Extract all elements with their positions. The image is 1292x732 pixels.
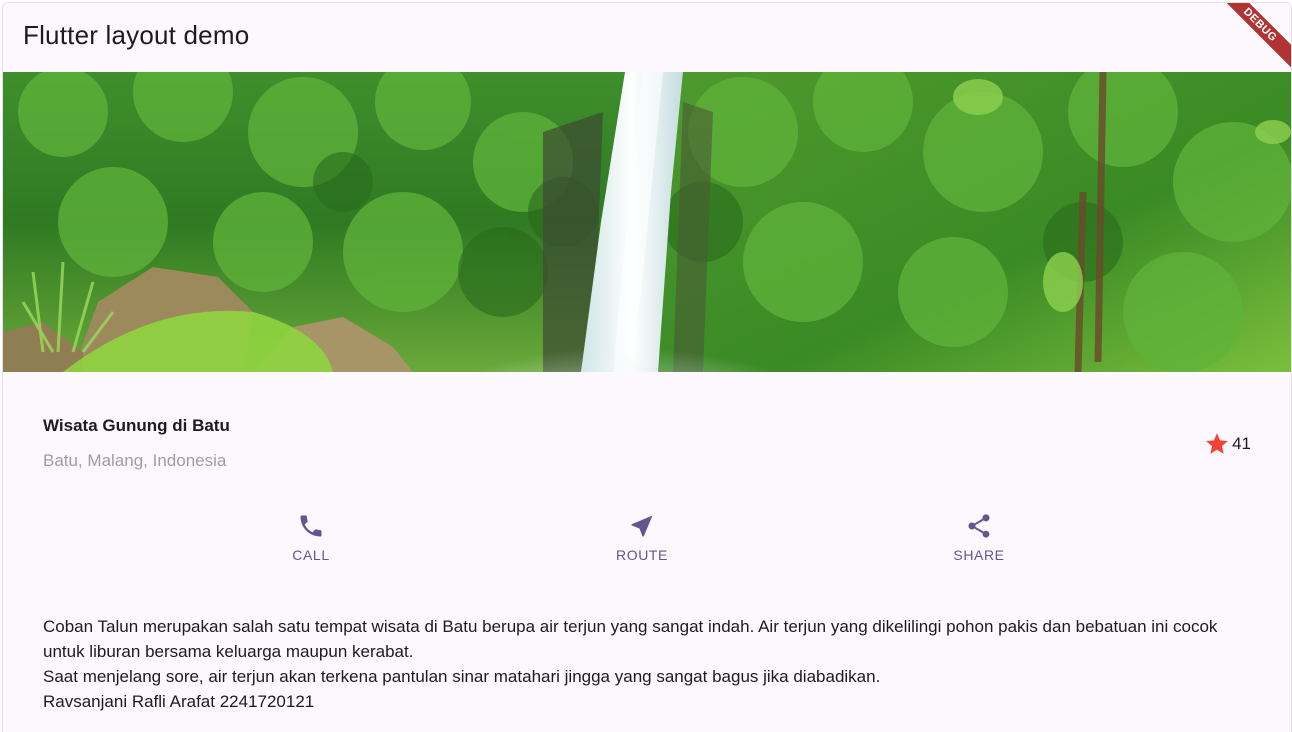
call-button[interactable]: CALL [251, 512, 371, 576]
description-line-2: Saat menjelang sore, air terjun akan ter… [43, 667, 881, 686]
share-icon [968, 514, 990, 538]
description-line-3: Ravsanjani Rafli Arafat 2241720121 [43, 692, 315, 711]
call-label: CALL [292, 547, 330, 563]
app-window: Flutter layout demo DEBUG Wisata Gunung … [2, 2, 1292, 732]
place-location: Batu, Malang, Indonesia [43, 451, 227, 470]
title-section: Wisata Gunung di Batu Batu, Malang, Indo… [43, 413, 1251, 483]
waterfall-image [3, 72, 1291, 372]
route-label: ROUTE [616, 547, 668, 563]
app-bar-title: Flutter layout demo [23, 20, 250, 50]
description-line-1: Coban Talun merupakan salah satu tempat … [43, 617, 1218, 661]
place-name: Wisata Gunung di Batu [43, 416, 230, 435]
description: Coban Talun merupakan salah satu tempat … [43, 614, 1253, 714]
route-button[interactable]: ROUTE [582, 512, 702, 576]
star-icon [1206, 433, 1228, 454]
rating-count: 41 [1232, 434, 1251, 453]
phone-icon [300, 515, 322, 537]
debug-banner: DEBUG [1208, 3, 1291, 77]
share-label: SHARE [953, 547, 1005, 563]
app-bar: Flutter layout demo DEBUG [3, 3, 1291, 77]
navigation-icon [631, 515, 653, 537]
rating: 41 [1204, 431, 1251, 457]
share-button[interactable]: SHARE [919, 512, 1039, 576]
